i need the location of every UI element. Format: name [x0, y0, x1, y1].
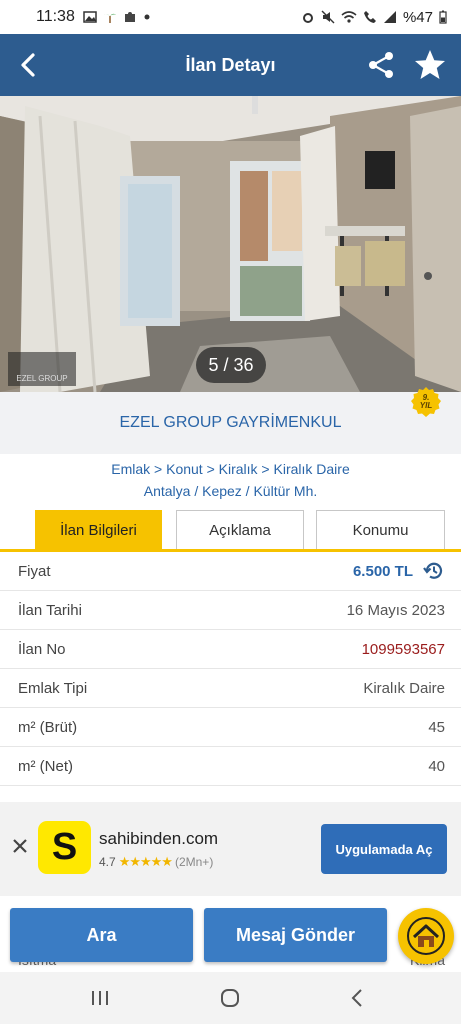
breadcrumb: Emlak > Konut > Kiralık > Kiralık Daire … [0, 458, 461, 502]
store-bar: EZEL GROUP GAYRİMENKUL [0, 392, 461, 454]
mute-icon [321, 10, 335, 24]
detail-row-date: İlan Tarihi 16 Mayıs 2023 [0, 591, 461, 630]
detail-label: İlan Tarihi [18, 601, 82, 619]
agency-watermark: EZEL GROUP [8, 352, 76, 386]
details-list: Fiyat 6.500 TL İlan Tarihi 16 Mayıs 2023… [0, 552, 461, 786]
puzzle-icon [124, 12, 135, 22]
detail-label: İlan No [18, 640, 66, 658]
status-bar: 11:38 %47 [0, 0, 461, 34]
signal-icon [383, 11, 396, 23]
detail-label: m² (Brüt) [18, 718, 78, 736]
home-nav-icon[interactable] [218, 986, 242, 1010]
detail-row-listing-no: İlan No 1099593567 [0, 630, 461, 669]
location-breadcrumb-link[interactable]: Antalya / Kepez / Kültür Mh. [0, 480, 461, 502]
back-nav-icon[interactable] [346, 986, 370, 1010]
tab-konumu[interactable]: Konumu [316, 510, 445, 551]
price-history-icon[interactable] [423, 560, 445, 582]
detail-value[interactable]: 1099593567 [362, 641, 445, 658]
tab-aciklama[interactable]: Açıklama [176, 510, 304, 551]
page-title: İlan Detayı [185, 54, 276, 75]
detail-value: Kiralık Daire [363, 679, 445, 697]
tab-ilan-bilgileri[interactable]: İlan Bilgileri [35, 510, 162, 551]
gallery-icon [83, 11, 97, 23]
top-app-bar: İlan Detayı [0, 34, 461, 96]
photo-counter: 5 / 36 [196, 347, 266, 383]
badge-text: 9. YIL [410, 394, 442, 410]
home-button[interactable] [398, 908, 454, 964]
detail-row-property-type: Emlak Tipi Kiralık Daire [0, 669, 461, 708]
dot-icon [144, 14, 150, 20]
detail-value: 6.500 TL [352, 562, 413, 580]
home-icon [407, 917, 445, 955]
open-in-app-button[interactable]: Uygulamada Aç [321, 824, 447, 874]
call-icon [363, 11, 376, 23]
status-time: 11:38 [36, 8, 75, 25]
recent-apps-icon[interactable] [88, 986, 112, 1010]
share-icon[interactable] [366, 50, 396, 80]
app-rating: 4.7 ★★★★★ (2Mn+) [99, 854, 213, 870]
alarm-icon [302, 13, 313, 23]
detail-label: Emlak Tipi [18, 679, 88, 697]
detail-row-net-area: m² (Net) 40 [0, 747, 461, 786]
membership-year-badge: 9. YIL [410, 386, 442, 418]
send-message-button[interactable]: Mesaj Gönder [204, 908, 387, 962]
app-logo: S [38, 821, 91, 874]
back-arrow-icon[interactable] [14, 50, 44, 80]
wifi-icon [341, 11, 357, 23]
detail-row-gross-area: m² (Brüt) 45 [0, 708, 461, 747]
detail-tabs: İlan Bilgileri Açıklama Konumu [0, 510, 461, 554]
detail-row-price: Fiyat 6.500 TL [0, 552, 461, 591]
rating-stars-icon: ★★★★★ [118, 854, 173, 869]
close-icon[interactable] [10, 836, 30, 856]
call-button[interactable]: Ara [10, 908, 193, 962]
detail-value: 16 Mayıs 2023 [346, 601, 445, 619]
rating-value: 4.7 [99, 855, 116, 869]
palm-icon [103, 13, 116, 23]
bottom-action-bar: Ara Mesaj Gönder [0, 896, 461, 968]
app-name: sahibinden.com [99, 829, 219, 848]
detail-value: 40 [428, 757, 445, 775]
detail-value: 45 [428, 718, 445, 736]
battery-icon [439, 10, 447, 24]
system-nav-bar [0, 972, 461, 1024]
favorite-star-icon[interactable] [413, 48, 447, 82]
category-breadcrumb-link[interactable]: Emlak > Konut > Kiralık > Kiralık Daire [0, 458, 461, 480]
store-name-link[interactable]: EZEL GROUP GAYRİMENKUL [120, 414, 342, 432]
detail-label: m² (Net) [18, 757, 73, 775]
system-icons: %47 [301, 9, 447, 26]
badge-year-label: YIL [419, 401, 433, 410]
app-install-banner: S sahibinden.com 4.7 ★★★★★ (2Mn+) Uygula… [0, 802, 461, 896]
battery-level: %47 [402, 8, 433, 26]
detail-label: Fiyat [18, 562, 51, 580]
rating-count: (2Mn+) [174, 855, 214, 869]
notification-icons [83, 10, 151, 24]
